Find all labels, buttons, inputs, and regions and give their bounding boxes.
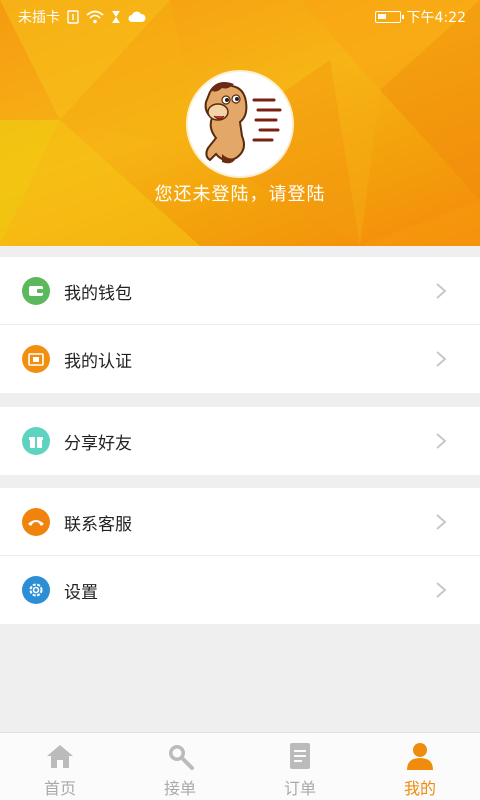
tab-label: 首页 — [43, 779, 76, 798]
menu-item-label: 分享好友 — [64, 434, 132, 454]
clock-text: 下午4:22 — [406, 10, 466, 26]
login-prompt[interactable]: 您还未登陆，请登陆 — [0, 180, 480, 206]
horse-mascot-icon — [204, 82, 282, 164]
menu-item-share[interactable]: 分享好友 — [0, 407, 480, 475]
menu-item-label: 我的钱包 — [64, 284, 132, 304]
carrier-text: 未插卡 — [18, 10, 60, 26]
menu-group-support: 联系客服 设置 — [0, 488, 480, 624]
menu-item-label: 联系客服 — [64, 515, 132, 535]
search-icon — [169, 745, 194, 770]
battery-icon — [374, 11, 404, 23]
phone-icon — [22, 508, 50, 536]
avatar[interactable] — [188, 72, 292, 176]
tab-orders-grab[interactable]: 接单 — [120, 733, 240, 800]
menu-item-settings[interactable]: 设置 — [0, 556, 480, 624]
hourglass-icon — [112, 11, 120, 23]
chevron-right-icon — [436, 582, 447, 598]
chevron-right-icon — [436, 433, 447, 449]
menu-item-label: 设置 — [64, 583, 98, 603]
wallet-icon — [22, 277, 50, 305]
status-bar: 未插卡 下午4:22 — [0, 0, 480, 32]
menu-item-certification[interactable]: 我的认证 — [0, 325, 480, 393]
tab-home[interactable]: 首页 — [0, 733, 120, 800]
cloud-icon — [128, 11, 146, 22]
chevron-right-icon — [436, 351, 447, 367]
sim-icon — [67, 10, 79, 24]
wifi-icon — [86, 10, 104, 24]
profile-header: 未插卡 下午4:22 您还未登陆，请登陆 — [0, 0, 480, 246]
document-icon — [290, 743, 310, 769]
tab-label: 我的 — [403, 779, 436, 798]
menu-group-share: 分享好友 — [0, 407, 480, 475]
home-icon — [47, 745, 73, 768]
tab-label: 接单 — [163, 779, 196, 798]
certificate-icon — [22, 345, 50, 373]
gear-icon — [22, 576, 50, 604]
menu-group-account: 我的钱包 我的认证 — [0, 257, 480, 393]
person-icon — [407, 743, 433, 770]
tab-label: 订单 — [283, 779, 316, 798]
bottom-tab-bar: 首页 接单 订单 我的 — [0, 732, 480, 800]
chevron-right-icon — [436, 283, 447, 299]
menu-item-wallet[interactable]: 我的钱包 — [0, 257, 480, 325]
tab-mine[interactable]: 我的 — [360, 733, 480, 800]
menu-item-label: 我的认证 — [64, 352, 132, 372]
gift-icon — [22, 427, 50, 455]
chevron-right-icon — [436, 514, 447, 530]
tab-orders[interactable]: 订单 — [240, 733, 360, 800]
menu-item-customer-service[interactable]: 联系客服 — [0, 488, 480, 556]
